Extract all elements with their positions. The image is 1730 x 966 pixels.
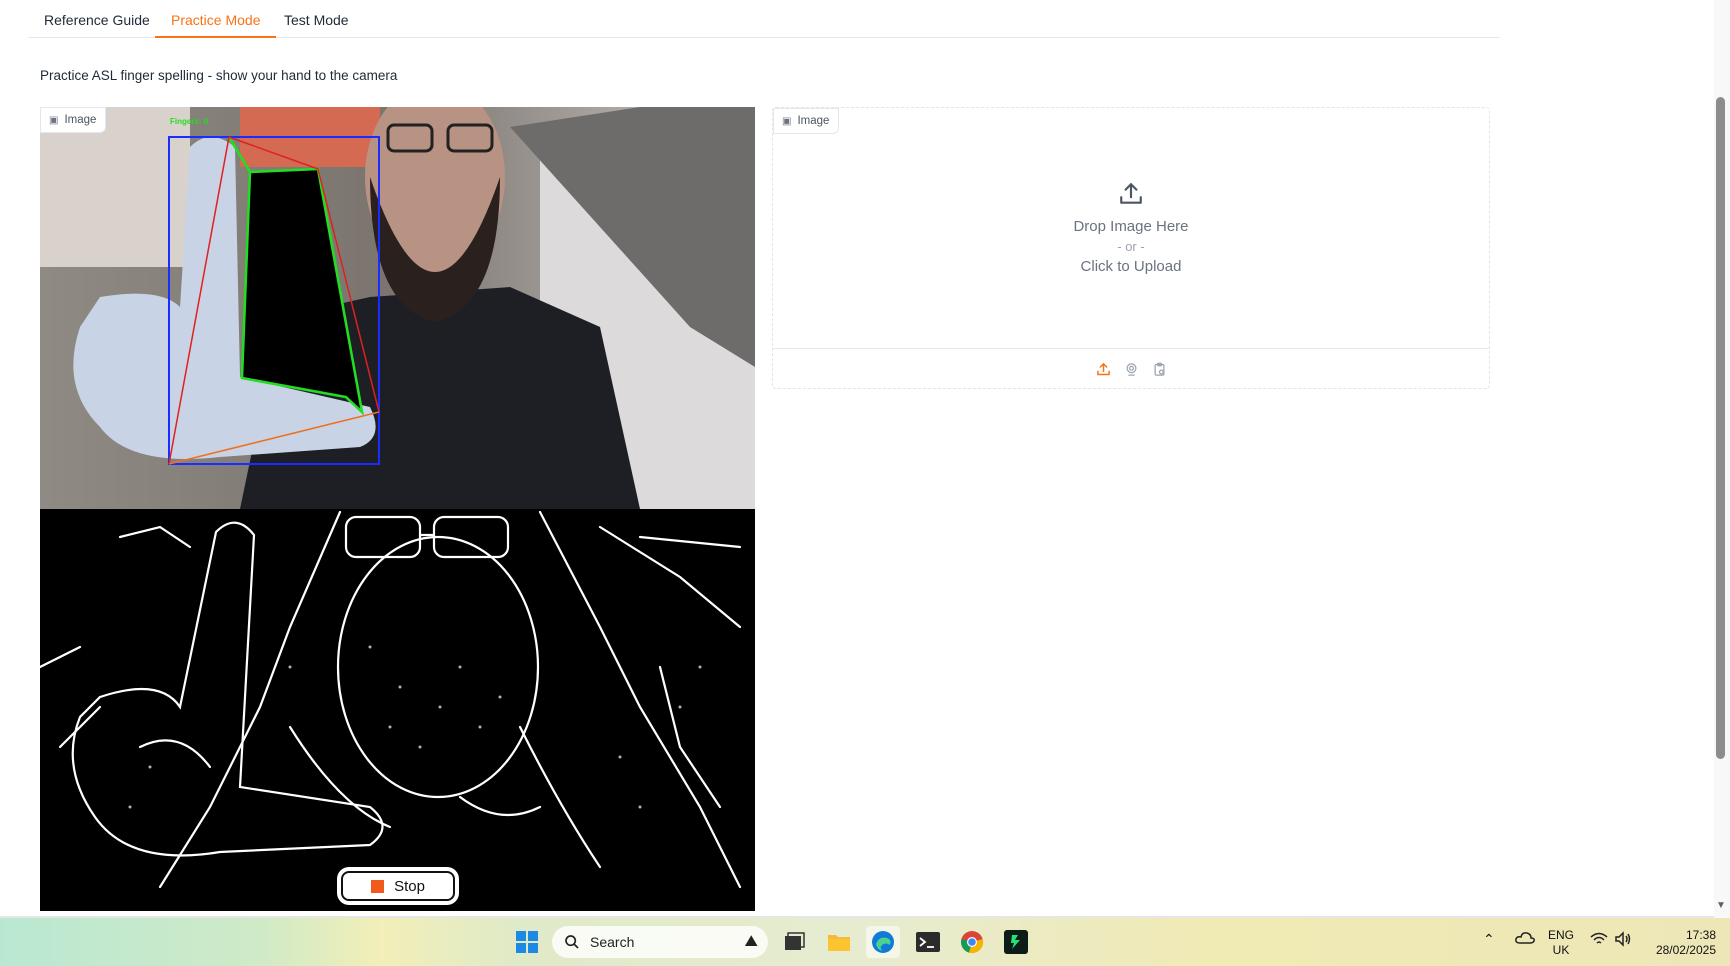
scroll-down-arrow-icon[interactable]: ▼ [1716, 900, 1726, 911]
edge-icon[interactable] [866, 926, 900, 958]
stop-icon [371, 879, 385, 893]
tab-bar: Reference Guide Practice Mode Test Mode [28, 0, 1500, 38]
image-drop-zone[interactable]: Drop Image Here - or - Click to Upload [773, 108, 1489, 348]
language-indicator[interactable]: ENG UK [1548, 928, 1574, 958]
volume-icon[interactable] [1614, 931, 1632, 951]
webcam-source-button[interactable] [1122, 360, 1140, 378]
search-placeholder: Search [590, 934, 635, 950]
app-icon[interactable] [999, 926, 1033, 958]
image-source-selector [773, 348, 1489, 389]
clock[interactable]: 17:38 28/02/2025 [1644, 928, 1716, 958]
upload-source-button[interactable] [1094, 360, 1112, 378]
onedrive-cloud-icon[interactable] [1515, 930, 1535, 948]
task-view-icon[interactable] [777, 926, 811, 958]
stop-button-label: Stop [394, 877, 425, 895]
terminal-icon[interactable] [911, 926, 945, 958]
tab-test-mode[interactable]: Test Mode [268, 0, 365, 36]
clock-time: 17:38 [1685, 928, 1716, 942]
tab-practice-mode[interactable]: Practice Mode [155, 0, 277, 38]
clipboard-source-button[interactable] [1150, 360, 1168, 378]
page-subtitle: Practice ASL finger spelling - show your… [40, 68, 398, 83]
taskbar-search-box[interactable]: Search ⛰ [552, 926, 768, 958]
or-separator: - or - [1117, 239, 1145, 254]
upload-icon [1118, 181, 1144, 212]
webcam-output-image: Fingers: 0 ▣ Image Stop [40, 107, 755, 911]
wifi-icon[interactable] [1590, 932, 1608, 950]
language-label: ENG [1548, 928, 1575, 942]
chrome-icon[interactable] [955, 926, 989, 958]
image-upload-component: ▣ Image Drop Image Here - or - Click to … [772, 107, 1490, 389]
windows-taskbar: Search ⛰ ⌃ ENG UK 17:38 28/02/2025 [0, 918, 1730, 966]
webcam-frame: Fingers: 0 [40, 107, 755, 911]
file-explorer-icon[interactable] [822, 926, 856, 958]
search-highlight-icon: ⛰ [744, 933, 758, 950]
windows-start-icon[interactable] [510, 926, 544, 958]
image-label: Image [64, 114, 97, 126]
drop-image-text: Drop Image Here [1073, 218, 1189, 235]
clock-date: 28/02/2025 [1655, 943, 1716, 957]
region-label: UK [1552, 943, 1570, 957]
image-label-badge: ▣ Image [40, 107, 107, 133]
webcam-icon [1126, 362, 1136, 376]
click-to-upload-text: Click to Upload [1080, 258, 1182, 275]
search-icon [565, 935, 579, 949]
scrollbar-thumb[interactable] [1716, 97, 1725, 759]
clipboard-icon [1154, 362, 1164, 376]
show-hidden-icons-chevron-icon[interactable]: ⌃ [1483, 932, 1495, 947]
upload-icon [1096, 362, 1110, 375]
image-icon: ▣ [49, 114, 59, 126]
fingers-overlay-text: Fingers: 0 [170, 117, 209, 126]
tab-reference-guide[interactable]: Reference Guide [28, 0, 166, 36]
stop-recording-button[interactable]: Stop [341, 871, 455, 901]
